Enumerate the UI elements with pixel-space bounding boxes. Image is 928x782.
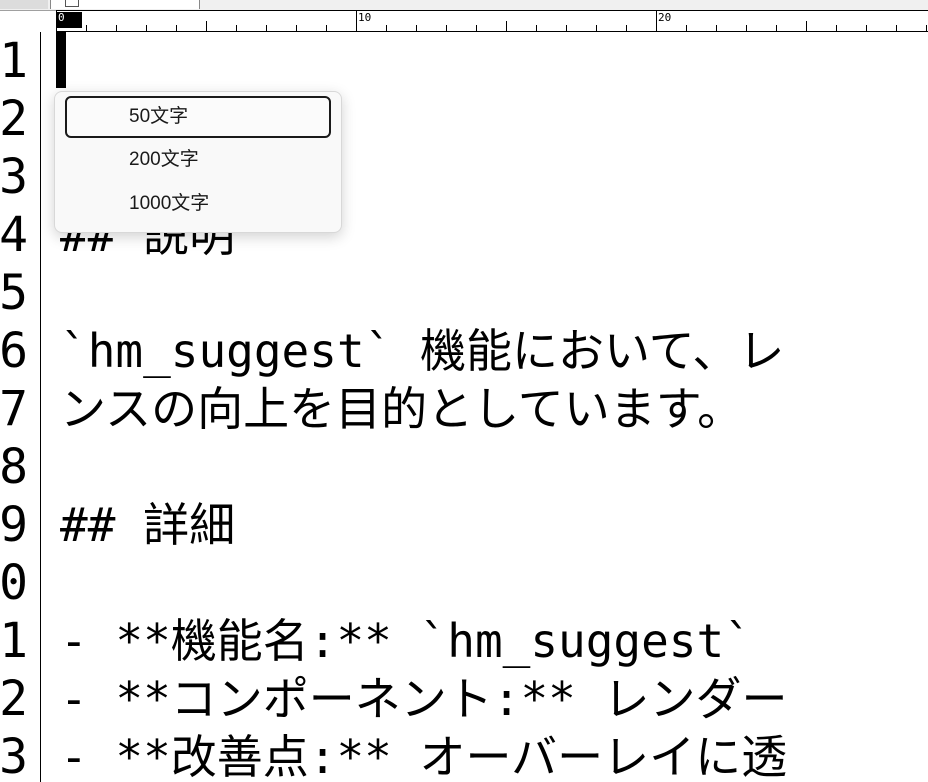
line-number: 9: [0, 497, 28, 553]
editor-line: - **改善点:** オーバーレイに透: [60, 730, 788, 782]
ruler-cursor-label: 0: [58, 11, 65, 24]
line-number: 1: [0, 33, 28, 89]
line-number: 3: [0, 729, 28, 782]
line-number: 5: [0, 265, 28, 321]
editor-line: `hm_suggest` 機能において、レ: [60, 324, 785, 378]
ruler-label-20: 20: [658, 11, 672, 24]
tab-strip-left: [0, 0, 48, 9]
line-number: 4: [0, 207, 28, 263]
editor-line: ンスの向上を目的としています。: [60, 382, 744, 436]
document-icon: [65, 0, 79, 7]
gutter-divider: [40, 32, 41, 782]
line-number: 0: [0, 555, 28, 611]
ruler[interactable]: 0 10 20: [56, 10, 928, 32]
line-number: 6: [0, 323, 28, 379]
line-number: 2: [0, 91, 28, 147]
ruler-cursor-marker: 0: [56, 12, 82, 28]
editor-line: - **機能名:** `hm_suggest`: [60, 614, 752, 668]
editor-line: - **コンポーネント:** レンダー: [60, 672, 788, 726]
document-tab[interactable]: [50, 0, 200, 9]
editor-window: 0 10 20 1 2 3 4 5 6 7 8 9 0 1 2 3 ## 説明 …: [0, 0, 928, 782]
ruler-label-10: 10: [358, 11, 372, 24]
line-number: 3: [0, 149, 28, 205]
text-caret: [56, 32, 66, 88]
line-number: 8: [0, 439, 28, 495]
suggestion-item-50[interactable]: 50文字: [65, 96, 331, 138]
editor-line: ## 詳細: [60, 498, 236, 552]
suggestion-item-200[interactable]: 200文字: [65, 140, 331, 182]
line-number-gutter[interactable]: 1 2 3 4 5 6 7 8 9 0 1 2 3: [0, 32, 40, 782]
suggestion-item-1000[interactable]: 1000文字: [65, 184, 331, 226]
line-number: 2: [0, 671, 28, 727]
ruler-ticks: [56, 11, 927, 31]
line-number: 7: [0, 381, 28, 437]
suggestion-popup: 50文字 200文字 1000文字: [54, 91, 342, 233]
line-number: 1: [0, 613, 28, 669]
